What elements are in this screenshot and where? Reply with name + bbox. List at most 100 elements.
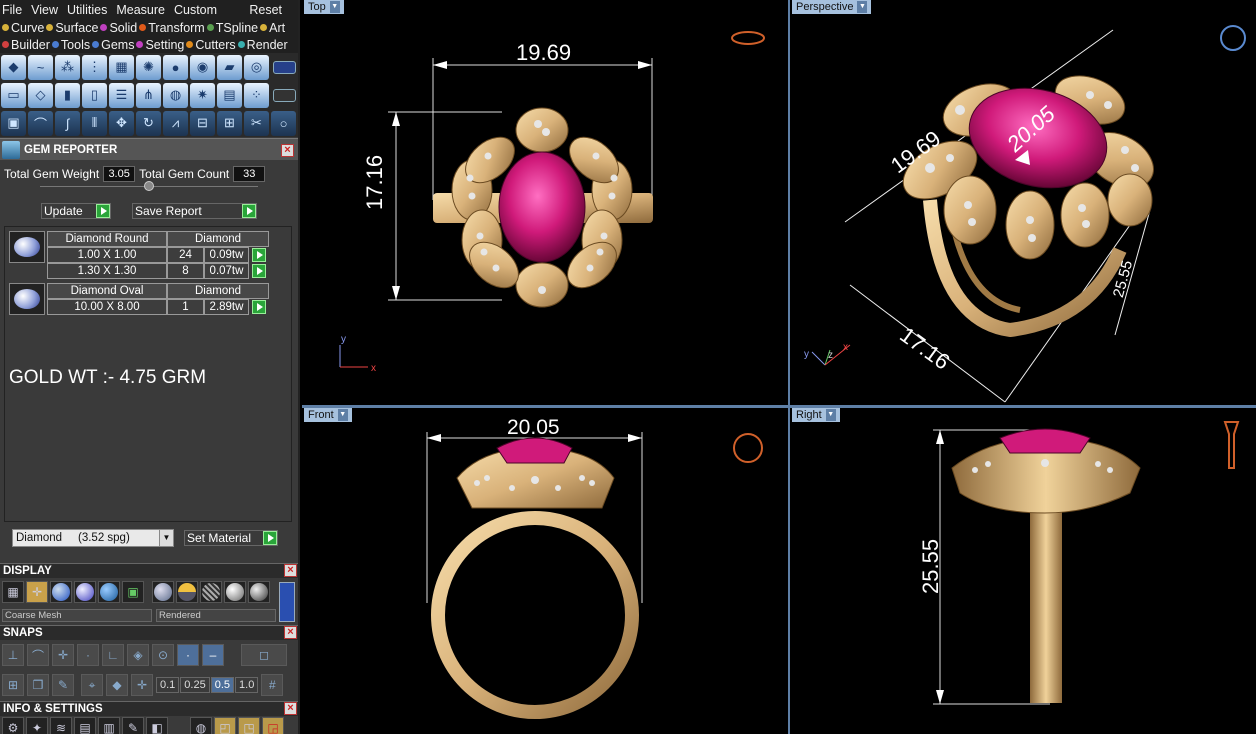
viewport-tab-front[interactable]: Front ▼ — [304, 408, 352, 422]
tab-render[interactable]: Render — [237, 38, 288, 52]
viewport-right[interactable]: 25.55 Right ▼ — [790, 408, 1256, 734]
display-toggle-button[interactable] — [279, 582, 295, 622]
tab-cutters[interactable]: Cutters — [186, 38, 236, 52]
tab-tspline[interactable]: TSpline — [206, 21, 258, 35]
pave-grid-icon[interactable]: ⋮ — [82, 54, 107, 80]
plane-icon[interactable]: ◆ — [106, 674, 128, 696]
pear-gem-icon[interactable]: ● — [163, 54, 188, 80]
pencil-icon[interactable]: ✎ — [52, 674, 74, 696]
viewport-top[interactable]: y x 19.69 17.16 Top ▼ — [302, 0, 788, 405]
edit-icon[interactable]: ✎ — [122, 717, 144, 734]
ghosted-icon[interactable]: ✛ — [26, 581, 48, 603]
move-icon[interactable]: ✥ — [109, 110, 134, 136]
tab-surface[interactable]: Surface — [46, 21, 98, 35]
select-gem-button[interactable] — [252, 248, 266, 262]
snap-quad-icon[interactable]: · — [177, 644, 199, 666]
snap-center-icon[interactable]: ⊙ — [152, 644, 174, 666]
viewport-front[interactable]: 20.05 Front ▼ — [302, 408, 788, 734]
gem-ring-icon[interactable]: ◎ — [244, 54, 269, 80]
gem-list-icon[interactable]: ☰ — [109, 82, 134, 108]
material-select[interactable]: Diamond (3.52 spg) ▼ — [12, 529, 174, 547]
join-icon[interactable]: ⊞ — [217, 110, 242, 136]
metal-sphere-icon[interactable] — [248, 581, 270, 603]
crosshair-icon[interactable]: ⌖ — [81, 674, 103, 696]
flow-icon[interactable]: ⩘ — [163, 110, 188, 136]
snap-value-1.0[interactable]: 1.0 — [235, 677, 259, 693]
rendered-icon[interactable] — [74, 581, 96, 603]
view-orientation-icon[interactable] — [1223, 421, 1240, 469]
baguette-icon[interactable]: ▮ — [55, 82, 80, 108]
view-orientation-icon[interactable] — [731, 31, 765, 45]
tab-tools[interactable]: Tools — [51, 38, 90, 52]
mesh-select[interactable]: Coarse Mesh — [2, 609, 152, 622]
viewport-tab-perspective[interactable]: Perspective ▼ — [792, 0, 872, 14]
shaded-icon[interactable] — [50, 581, 72, 603]
wireframe-icon[interactable]: ▦ — [2, 581, 24, 603]
curve-offset-icon[interactable]: ∫ — [55, 110, 80, 136]
menu-measure[interactable]: Measure — [116, 3, 165, 17]
menu-file[interactable]: File — [2, 3, 22, 17]
close-icon[interactable]: × — [281, 144, 294, 157]
sphere-icon[interactable] — [152, 581, 174, 603]
snap-point-icon[interactable]: · — [77, 644, 99, 666]
set-material-button[interactable]: Set Material — [184, 530, 278, 546]
gem-settings-icon[interactable]: ◉ — [190, 54, 215, 80]
snap-mid-icon[interactable]: ✛ — [52, 644, 74, 666]
snap-perp-icon[interactable]: ∟ — [102, 644, 124, 666]
panel-toggle-icon[interactable] — [273, 88, 296, 102]
tab-gems[interactable]: Gems — [92, 38, 134, 52]
gem-on-curve-icon[interactable]: ~ — [28, 54, 53, 80]
panel-toggle-icon[interactable] — [273, 60, 296, 74]
grid-snap-icon[interactable]: ⊞ — [2, 674, 24, 696]
pave-icon[interactable]: ⁂ — [55, 54, 80, 80]
gem-report-icon[interactable]: ▤ — [217, 82, 242, 108]
tab-transform[interactable]: Transform — [139, 21, 205, 35]
gem-array-icon[interactable]: ⁘ — [244, 82, 269, 108]
update-button[interactable]: Update — [41, 203, 111, 219]
layers-icon[interactable]: ≋ — [50, 717, 72, 734]
menu-custom[interactable]: Custom — [174, 3, 217, 17]
gem-plane-icon[interactable]: ▭ — [1, 82, 26, 108]
globe-icon[interactable] — [98, 581, 120, 603]
close-icon[interactable]: × — [284, 702, 297, 715]
diamond-icon[interactable]: ◇ — [28, 82, 53, 108]
select-gem-button[interactable] — [252, 300, 266, 314]
tab-solid[interactable]: Solid — [100, 21, 137, 35]
render-icon[interactable]: ◧ — [146, 717, 168, 734]
notes-icon[interactable]: ▥ — [98, 717, 120, 734]
menu-view[interactable]: View — [31, 3, 58, 17]
view-orientation-icon[interactable] — [733, 433, 763, 463]
menu-reset[interactable]: Reset — [249, 3, 282, 17]
snap-near-icon[interactable]: ⌒ — [27, 644, 49, 666]
frame-close-icon[interactable]: ◲ — [262, 717, 284, 734]
view-orientation-icon[interactable] — [1220, 25, 1246, 51]
gem-slider[interactable] — [40, 181, 258, 196]
cut-icon[interactable]: ✂ — [244, 110, 269, 136]
snap-value-0.25[interactable]: 0.25 — [180, 677, 210, 693]
gem-on-surface-icon[interactable]: ◆ — [1, 54, 26, 80]
gem-cluster-icon[interactable]: ✺ — [136, 54, 161, 80]
viewport-perspective[interactable]: y z x 19.69 20.05 25.55 17.16 Perspectiv… — [790, 0, 1256, 405]
settings-icon[interactable]: ⚙ — [2, 717, 24, 734]
snap-value-0.5[interactable]: 0.5 — [210, 677, 235, 693]
render-select[interactable]: Rendered — [156, 609, 276, 622]
snap-value-0.1[interactable]: 0.1 — [156, 677, 180, 693]
half-sphere-icon[interactable] — [176, 581, 198, 603]
snap-project-icon[interactable]: ◻ — [241, 644, 287, 666]
frame-icon[interactable]: ◰ — [214, 717, 236, 734]
snap-tan-icon[interactable]: ◈ — [127, 644, 149, 666]
snap-knot-icon[interactable]: – — [202, 644, 224, 666]
tab-builder[interactable]: Builder — [2, 38, 50, 52]
prong-icon[interactable]: ⋔ — [136, 82, 161, 108]
tab-curve[interactable]: Curve — [2, 21, 44, 35]
grid-icon[interactable]: # — [261, 674, 284, 696]
mirror-icon[interactable]: ⫴ — [82, 110, 107, 136]
halo-icon[interactable]: ✷ — [190, 82, 215, 108]
tab-setting[interactable]: Setting — [136, 38, 184, 52]
camera-icon[interactable]: ▤ — [74, 717, 96, 734]
boolean-icon[interactable]: ▣ — [1, 110, 26, 136]
frame-2-icon[interactable]: ◳ — [238, 717, 260, 734]
snap-end-icon[interactable]: ⊥ — [2, 644, 24, 666]
pave-auto-icon[interactable]: ▦ — [109, 54, 134, 80]
gem-camera-icon[interactable]: ▰ — [217, 54, 242, 80]
